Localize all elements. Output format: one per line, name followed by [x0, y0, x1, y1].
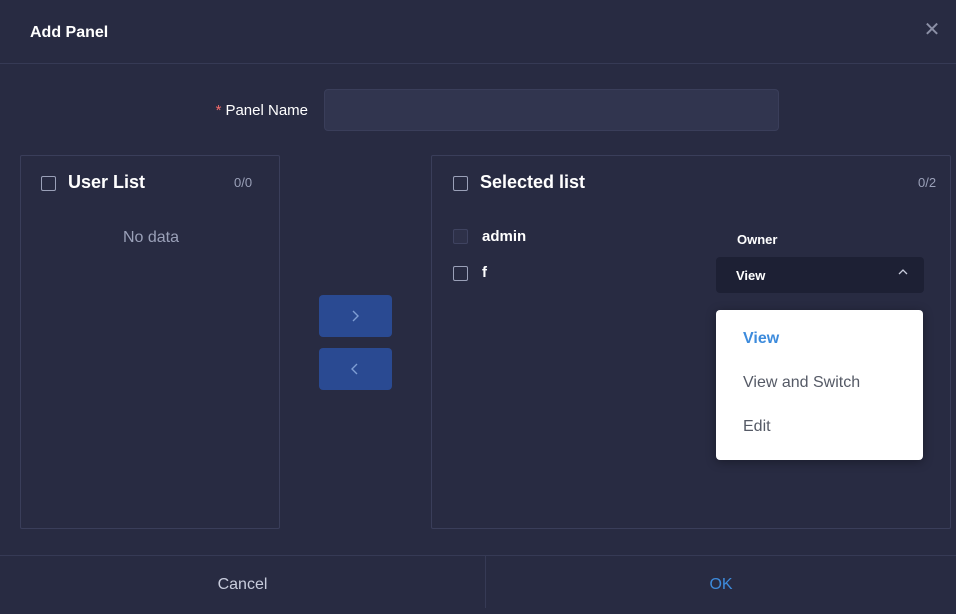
cancel-button[interactable]: Cancel [0, 556, 485, 608]
transfer-left-button[interactable] [319, 348, 392, 390]
permission-select-value: View [736, 268, 766, 283]
chevron-up-icon [898, 269, 908, 275]
f-checkbox[interactable] [453, 266, 468, 281]
ok-button[interactable]: OK [486, 556, 956, 608]
chevron-right-icon [352, 310, 359, 322]
user-list-panel: User List 0/0 No data [20, 155, 280, 529]
admin-checkbox [453, 229, 468, 244]
selected-list-count: 0/2 [918, 175, 937, 190]
dialog-title: Add Panel [30, 24, 109, 41]
list-item-f: f [482, 264, 487, 281]
user-list-empty-text: No data [122, 229, 180, 246]
selected-list-title: Selected list [480, 172, 586, 192]
dropdown-option-view-and-switch[interactable]: View and Switch [743, 374, 860, 392]
chevron-left-icon [351, 363, 358, 375]
selected-list-select-all-checkbox[interactable] [453, 176, 468, 191]
panel-name-input[interactable] [324, 89, 779, 131]
close-icon[interactable]: ✕ [920, 18, 944, 42]
user-list-select-all-checkbox[interactable] [41, 176, 56, 191]
add-panel-dialog: Add Panel ✕ * Panel Name User List 0/0 No… [0, 0, 956, 608]
dialog-footer: Cancel OK [0, 555, 956, 608]
list-item-admin: admin [482, 228, 527, 245]
permission-select[interactable]: View [716, 257, 924, 293]
permission-dropdown-menu: View View and Switch Edit [716, 310, 923, 460]
dropdown-option-view[interactable]: View [743, 330, 779, 348]
required-mark: * [215, 102, 222, 119]
transfer-right-button[interactable] [319, 295, 392, 337]
dropdown-option-edit[interactable]: Edit [743, 418, 771, 436]
dialog-header: Add Panel ✕ [0, 0, 956, 64]
panel-name-label: * Panel Name [150, 102, 308, 119]
user-list-title: User List [68, 172, 146, 192]
user-list-count: 0/0 [234, 175, 253, 190]
owner-role-label: Owner [737, 232, 778, 247]
panel-name-label-text: Panel Name [225, 102, 308, 119]
